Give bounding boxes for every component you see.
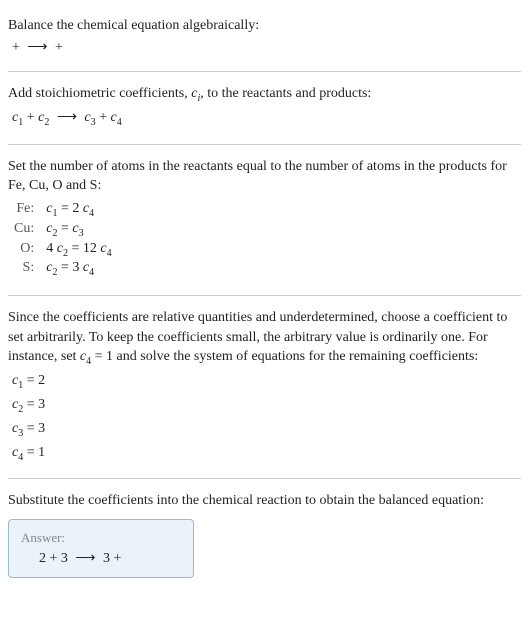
eq: = 2: [57, 201, 82, 216]
equation-cell: c1 = 2 c4: [40, 200, 117, 220]
text: Add stoichiometric coefficients,: [8, 86, 191, 101]
element-label: O:: [8, 240, 40, 260]
coef: 3: [103, 551, 114, 566]
c3-sub: 3: [91, 117, 96, 128]
heading-substitute: Substitute the coefficients into the che…: [8, 491, 521, 511]
sub: 4: [89, 208, 94, 219]
heading-stoich: Add stoichiometric coefficients, ci, to …: [8, 84, 521, 106]
coef: 2: [39, 551, 50, 566]
arrow-icon: ⟶: [71, 551, 99, 566]
solution-row: c1 = 2: [8, 371, 521, 393]
atom-equations-table: Fe: c1 = 2 c4 Cu: c2 = c3 O: 4 c2 = 12 c…: [8, 200, 118, 279]
heading-solve: Since the coefficients are relative quan…: [8, 308, 521, 369]
sub: 4: [107, 247, 112, 258]
element-label: Fe:: [8, 200, 40, 220]
val: = 1: [23, 445, 45, 460]
equation-coeff: c1 + c2 ⟶ c3 + c4: [8, 108, 521, 130]
heading-atoms: Set the number of atoms in the reactants…: [8, 157, 521, 196]
eq: = 12: [68, 241, 100, 256]
plus: + 3: [50, 551, 72, 566]
divider: [8, 71, 521, 72]
c2-sub: 2: [44, 117, 49, 128]
equation-cell: c2 = c3: [40, 220, 117, 240]
equation-cell: 4 c2 = 12 c4: [40, 240, 117, 260]
divider: [8, 478, 521, 479]
heading-balance: Balance the chemical equation algebraica…: [8, 16, 521, 36]
pre: 4: [46, 241, 57, 256]
eq: = 3: [57, 260, 82, 275]
eq: = 1: [91, 349, 113, 364]
solution-row: c2 = 3: [8, 395, 521, 417]
element-label: S:: [8, 259, 40, 279]
eq-left: +: [12, 40, 23, 55]
table-row: Cu: c2 = c3: [8, 220, 118, 240]
divider: [8, 144, 521, 145]
solution-row: c3 = 3: [8, 419, 521, 441]
table-row: O: 4 c2 = 12 c4: [8, 240, 118, 260]
table-row: S: c2 = 3 c4: [8, 259, 118, 279]
c1-sub: 1: [18, 117, 23, 128]
text: , to the reactants and products:: [200, 86, 371, 101]
val: = 3: [23, 421, 45, 436]
table-row: Fe: c1 = 2 c4: [8, 200, 118, 220]
plus: +: [27, 110, 38, 125]
divider: [8, 295, 521, 296]
text: and solve the system of equations for th…: [113, 349, 478, 364]
equation-cell: c2 = 3 c4: [40, 259, 117, 279]
eq-right: +: [55, 40, 63, 55]
solution-row: c4 = 1: [8, 443, 521, 465]
answer-box: Answer: 2 + 3 ⟶ 3 +: [8, 519, 194, 578]
sub: 3: [79, 228, 84, 239]
plus: +: [113, 551, 121, 566]
sub: 4: [89, 267, 94, 278]
answer-title: Answer:: [21, 530, 181, 546]
val: = 2: [23, 373, 45, 388]
eq: =: [57, 221, 72, 236]
arrow-icon: ⟶: [23, 40, 51, 55]
arrow-icon: ⟶: [53, 110, 81, 125]
val: = 3: [23, 397, 45, 412]
element-label: Cu:: [8, 220, 40, 240]
equation-unbalanced: + ⟶ +: [8, 38, 521, 58]
c4-sub: 4: [117, 117, 122, 128]
answer-equation: 2 + 3 ⟶ 3 +: [21, 550, 181, 567]
plus: +: [99, 110, 110, 125]
